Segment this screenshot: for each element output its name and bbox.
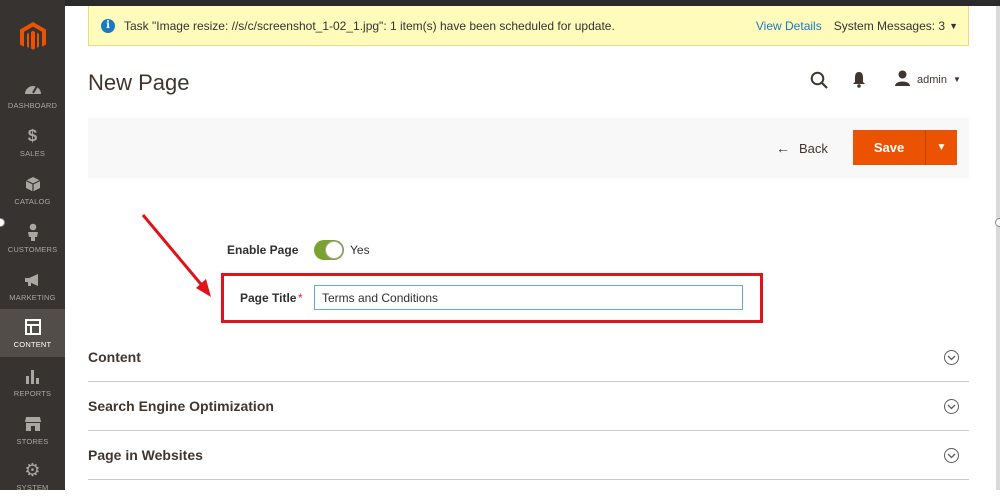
section-title: Search Engine Optimization	[88, 398, 274, 414]
system-messages-dropdown[interactable]: System Messages: 3	[834, 19, 945, 33]
bar-chart-icon	[25, 366, 41, 386]
system-message-bar: i Task "Image resize: //s/c/screenshot_1…	[88, 6, 969, 46]
enable-page-label: Enable Page	[227, 243, 299, 257]
sidebar-item-label: MARKETING	[9, 293, 56, 302]
admin-sidebar: DASHBOARD $ SALES CATALOG CUSTOMERS MARK…	[0, 0, 65, 492]
layout-icon	[24, 317, 41, 337]
chevron-down-icon[interactable]	[944, 350, 959, 365]
back-button[interactable]: ← Back	[776, 140, 828, 156]
sidebar-item-label: SYSTEM	[16, 483, 49, 492]
bell-icon[interactable]	[852, 71, 866, 93]
page-title-label: Page Title	[240, 291, 297, 305]
save-options-toggle[interactable]: ▼	[925, 130, 957, 165]
box-icon	[25, 174, 41, 194]
arrow-left-icon: ←	[776, 140, 790, 156]
user-icon	[895, 70, 910, 89]
section-seo[interactable]: Search Engine Optimization	[88, 382, 969, 431]
person-icon	[27, 222, 39, 242]
caret-down-icon: ▼	[952, 75, 961, 84]
magento-logo-icon[interactable]	[0, 6, 65, 68]
chevron-down-icon[interactable]	[944, 448, 959, 463]
system-message-text: Task "Image resize: //s/c/screenshot_1-0…	[124, 18, 615, 33]
enable-page-value: Yes	[350, 243, 370, 257]
section-content[interactable]: Content	[88, 333, 969, 382]
search-icon[interactable]	[810, 71, 828, 94]
sidebar-item-label: SALES	[19, 149, 46, 158]
sidebar-item-sales[interactable]: $ SALES	[0, 118, 65, 166]
sidebar-item-system[interactable]: ⚙ SYSTEM	[0, 452, 65, 500]
sidebar-item-marketing[interactable]: MARKETING	[0, 262, 65, 310]
enable-page-toggle[interactable]	[314, 240, 344, 260]
view-details-link[interactable]: View Details	[756, 19, 822, 33]
required-asterisk: *	[298, 291, 303, 305]
right-scroll-edge[interactable]	[996, 6, 1000, 490]
storefront-icon	[24, 414, 42, 434]
page-actions-bar	[88, 118, 969, 178]
chevron-down-icon[interactable]	[944, 399, 959, 414]
sidebar-item-label: DASHBOARD	[7, 101, 58, 110]
sidebar-item-reports[interactable]: REPORTS	[0, 358, 65, 406]
toggle-knob	[325, 241, 343, 259]
sidebar-item-customers[interactable]: CUSTOMERS	[0, 214, 65, 262]
sidebar-item-catalog[interactable]: CATALOG	[0, 166, 65, 214]
page-title-input[interactable]: Terms and Conditions	[314, 285, 743, 310]
sidebar-item-label: CUSTOMERS	[7, 245, 58, 254]
sidebar-item-label: STORES	[16, 437, 49, 446]
section-page-in-websites[interactable]: Page in Websites	[88, 431, 969, 480]
user-menu[interactable]: admin ▼	[895, 70, 961, 89]
scroll-handle-right[interactable]	[995, 218, 1000, 227]
save-button[interactable]: Save	[853, 130, 925, 165]
info-icon: i	[101, 18, 115, 33]
sidebar-item-label: REPORTS	[13, 389, 52, 398]
speedometer-icon	[24, 78, 42, 98]
annotation-arrow	[141, 214, 211, 297]
page-title: New Page	[88, 70, 190, 95]
caret-down-icon: ▼	[936, 142, 947, 153]
back-label: Back	[799, 140, 828, 156]
sidebar-item-stores[interactable]: STORES	[0, 406, 65, 454]
sidebar-item-label: CATALOG	[14, 197, 51, 206]
sidebar-item-label: CONTENT	[13, 340, 52, 349]
section-title: Content	[88, 349, 141, 365]
caret-down-icon[interactable]: ▼	[949, 21, 958, 31]
gear-icon: ⚙	[24, 459, 41, 480]
sidebar-item-content[interactable]: CONTENT	[0, 309, 65, 357]
section-title: Page in Websites	[88, 447, 203, 463]
user-name: admin	[917, 73, 947, 86]
dollar-icon: $	[27, 126, 38, 145]
megaphone-icon	[24, 270, 42, 290]
sidebar-item-dashboard[interactable]: DASHBOARD	[0, 70, 65, 118]
